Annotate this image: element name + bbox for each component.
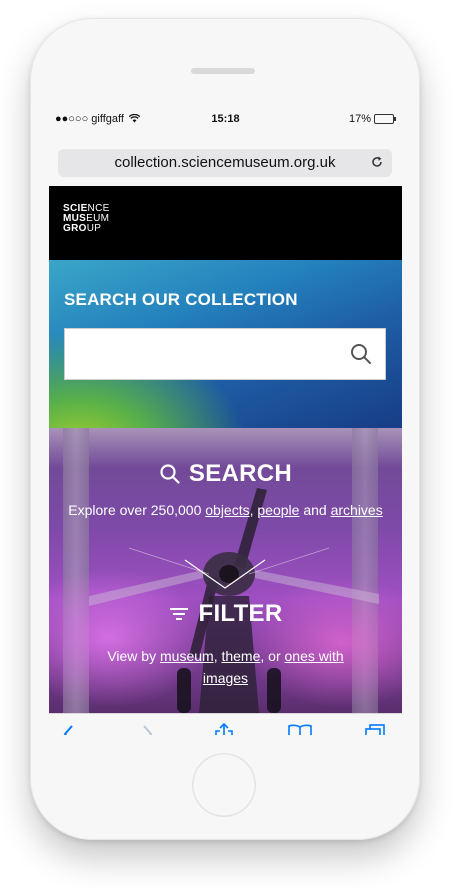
speaker-slot (191, 68, 255, 74)
people-link[interactable]: people (257, 502, 299, 518)
screen: ●●○○○ giffgaff 15:18 17% collection.scie… (49, 108, 402, 735)
search-description-text: Explore over 250,000 (68, 502, 206, 518)
search-input[interactable] (75, 330, 349, 380)
images-link[interactable]: images (203, 670, 248, 686)
filter-heading[interactable]: FILTER (49, 600, 402, 628)
logo-text: UP (86, 223, 102, 234)
status-bar: ●●○○○ giffgaff 15:18 17% (49, 108, 402, 128)
filter-description: View by museum, theme, or ones with image… (59, 645, 392, 689)
browser-toolbar (49, 713, 402, 735)
search-box (64, 328, 386, 380)
separator-text: , or (260, 648, 285, 664)
logo-text: GRO (63, 223, 87, 234)
archives-link[interactable]: archives (331, 502, 383, 518)
battery-icon (374, 114, 396, 124)
search-icon[interactable] (349, 342, 373, 371)
filter-heading-label: FILTER (198, 600, 283, 627)
museum-link[interactable]: museum (160, 648, 214, 664)
search-panel: SEARCH OUR COLLECTION (49, 260, 402, 428)
search-heading-label: SEARCH (188, 460, 293, 487)
battery-percent: 17% (348, 113, 371, 125)
filter-description-text: View by (107, 648, 160, 664)
site-header: SCIENCE MUSEUM GROUP (49, 186, 402, 260)
tabs-icon[interactable] (363, 722, 387, 735)
search-heading[interactable]: SEARCH (49, 460, 402, 488)
separator-text: and (299, 502, 331, 518)
filter-icon (170, 608, 189, 620)
search-title: SEARCH OUR COLLECTION (64, 290, 298, 309)
reload-icon[interactable] (370, 149, 384, 177)
hero-banner: SEARCH Explore over 250,000 objects, peo… (49, 428, 402, 713)
science-museum-group-logo[interactable]: SCIENCE MUSEUM GROUP (63, 204, 110, 234)
share-icon[interactable] (213, 722, 235, 735)
address-bar[interactable]: collection.sciencemuseum.org.uk (58, 149, 392, 177)
battery-status: 17% (348, 113, 396, 125)
forward-icon[interactable] (139, 722, 155, 735)
browser-chrome: collection.sciencemuseum.org.uk (49, 128, 402, 186)
ones-with-images-link[interactable]: ones with (285, 648, 344, 664)
phone-frame: ●●○○○ giffgaff 15:18 17% collection.scie… (30, 18, 420, 840)
objects-link[interactable]: objects (205, 502, 249, 518)
theme-link[interactable]: theme (221, 648, 260, 664)
search-icon (160, 464, 180, 484)
home-button[interactable] (192, 753, 256, 817)
search-description: Explore over 250,000 objects, people and… (59, 499, 392, 521)
url-text: collection.sciencemuseum.org.uk (114, 154, 336, 171)
bookmarks-icon[interactable] (287, 722, 313, 735)
back-icon[interactable] (61, 722, 77, 735)
